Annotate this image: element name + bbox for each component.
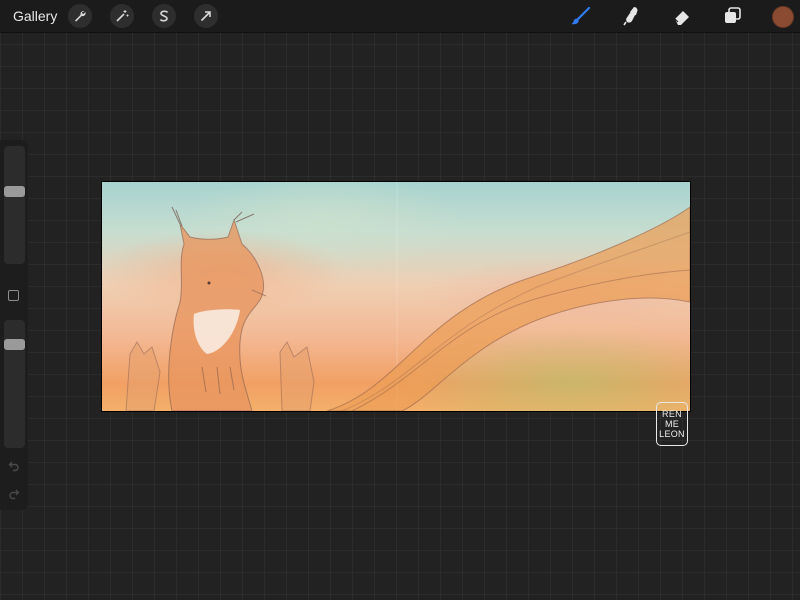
gallery-button[interactable]: Gallery [13, 8, 57, 24]
selection-s-icon[interactable] [152, 4, 176, 28]
redo-icon[interactable] [6, 486, 22, 502]
signature-line-3: LEON [659, 429, 685, 439]
opacity-handle[interactable] [4, 339, 25, 351]
layers-icon[interactable] [721, 4, 745, 28]
undo-icon[interactable] [6, 458, 22, 474]
magic-wand-icon[interactable] [110, 4, 134, 28]
brush-icon[interactable] [569, 4, 593, 28]
transform-arrow-icon[interactable] [194, 4, 218, 28]
smudge-icon[interactable] [620, 4, 644, 28]
top-toolbar: Gallery [0, 0, 800, 33]
modify-button[interactable] [8, 290, 19, 301]
brush-size-slider[interactable] [4, 146, 25, 264]
signature-line-1: REN [662, 409, 682, 419]
wrench-icon[interactable] [68, 4, 92, 28]
artist-signature-stamp: REN ME LEON [656, 402, 688, 446]
left-sidebar [0, 140, 28, 510]
brush-size-handle[interactable] [4, 186, 25, 198]
artwork-canvas[interactable] [102, 182, 690, 411]
color-picker-button[interactable] [772, 6, 794, 28]
squirrel-illustration [125, 182, 690, 411]
eraser-icon[interactable] [670, 4, 694, 28]
signature-line-2: ME [664, 419, 680, 429]
